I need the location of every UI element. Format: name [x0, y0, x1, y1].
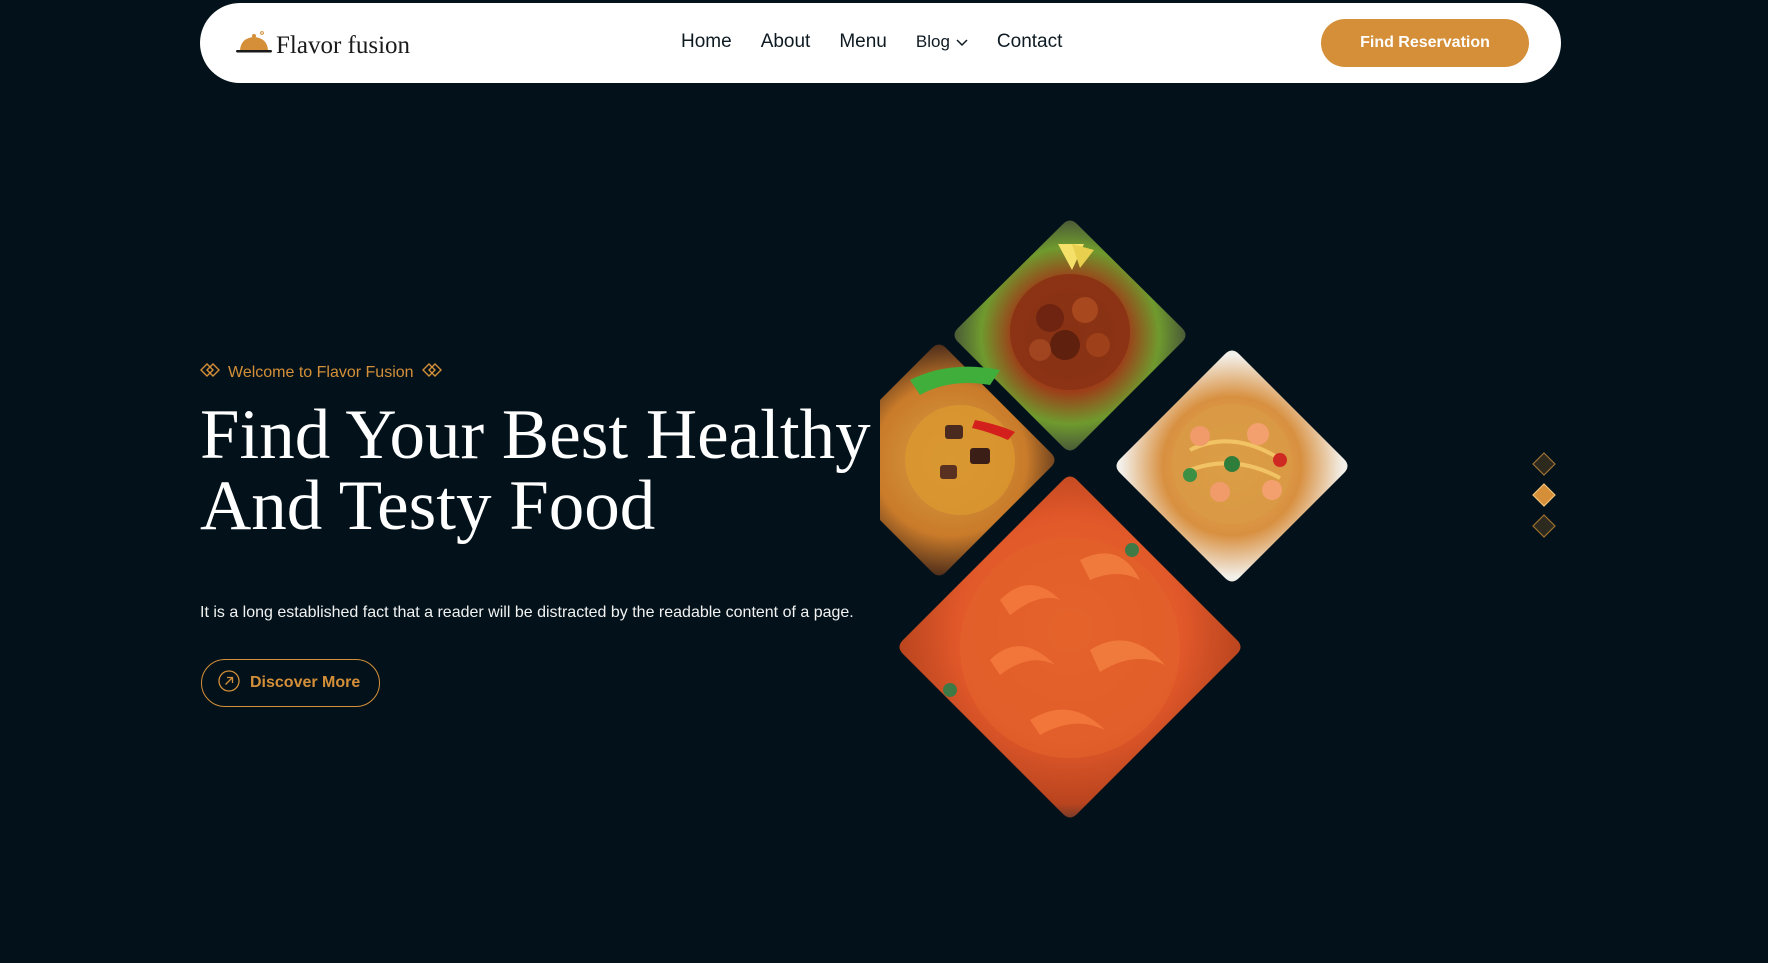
slider-dots [1532, 452, 1556, 542]
hero-description: It is a long established fact that a rea… [200, 604, 854, 621]
discover-more-label: Discover More [250, 674, 361, 691]
nav-about[interactable]: About [761, 31, 811, 53]
discover-more-button[interactable]: Discover More [201, 659, 380, 707]
nav-blog[interactable]: Blog [916, 32, 968, 52]
chevron-down-icon [956, 32, 968, 52]
nav-blog-label: Blog [915, 32, 950, 51]
cloche-icon [236, 31, 272, 53]
food-gallery [880, 220, 1348, 818]
hero-eyebrow: Welcome to Flavor Fusion [200, 363, 442, 382]
main-nav: Home About Menu Blog Contact [681, 31, 1091, 53]
nav-home[interactable]: Home [681, 31, 732, 53]
hero-title-line-2: And Testy Food [200, 467, 656, 545]
nav-contact[interactable]: Contact [997, 31, 1062, 53]
hero-title-line-1: Find Your Best Healthy [200, 396, 871, 474]
navbar: Flavor fusion Home About Menu Blog Conta… [200, 3, 1561, 83]
nav-menu[interactable]: Menu [839, 31, 887, 53]
hero-title: Find Your Best Healthy And Testy Food [200, 400, 920, 542]
slider-dot-2-active[interactable] [1532, 483, 1556, 507]
brand-name: Flavor fusion [276, 32, 411, 59]
slider-dot-3[interactable] [1532, 514, 1556, 538]
arrow-up-right-icon [218, 669, 240, 697]
logo[interactable]: Flavor fusion [234, 29, 411, 59]
slider-dot-1[interactable] [1532, 452, 1556, 476]
hero-eyebrow-text: Welcome to Flavor Fusion [228, 363, 414, 381]
diamond-ornament-icon [421, 363, 442, 382]
food-image-noodles [1116, 350, 1348, 582]
diamond-ornament-icon [200, 363, 220, 382]
find-reservation-button[interactable]: Find Reservation [1321, 19, 1529, 67]
